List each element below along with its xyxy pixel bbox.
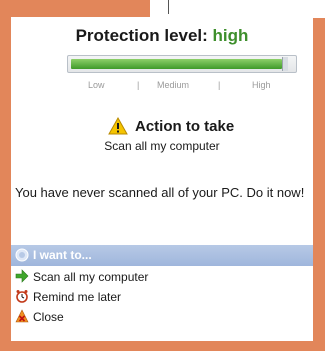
- scale-separator: |: [137, 80, 140, 90]
- protection-level-value: high: [212, 26, 249, 45]
- scale-label-low: Low: [88, 80, 105, 90]
- scan-warning-message: You have never scanned all of your PC. D…: [15, 185, 305, 200]
- green-arrow-icon: [15, 269, 29, 283]
- remind-later-label: Remind me later: [33, 290, 122, 304]
- close-menu-item[interactable]: Close: [11, 307, 313, 327]
- protection-level-title: Protection level: high: [11, 26, 313, 46]
- info-circle-icon: [15, 248, 29, 262]
- protection-level-label: Protection level:: [75, 26, 213, 45]
- action-title: Action to take: [135, 118, 235, 135]
- action-heading: Action to take: [11, 117, 313, 139]
- scale-separator: |: [218, 80, 221, 90]
- protection-panel: Protection level: high Low | Medium | Hi…: [11, 17, 313, 341]
- scale-label-medium: Medium: [157, 80, 190, 90]
- close-label: Close: [33, 310, 64, 324]
- menu-header: I want to...: [11, 245, 313, 266]
- divider-tick: [168, 0, 169, 14]
- menu-header-label: I want to...: [33, 248, 92, 262]
- protection-scale: Low | Medium | High: [11, 80, 313, 94]
- protection-meter-fill: [71, 59, 282, 69]
- scan-all-menu-item[interactable]: Scan all my computer: [11, 267, 313, 287]
- frame-top-gap: [150, 0, 325, 18]
- scan-all-label: Scan all my computer: [33, 270, 149, 284]
- close-icon: [15, 309, 29, 323]
- alarm-clock-icon: [16, 290, 28, 303]
- scale-label-high: High: [252, 80, 271, 90]
- protection-meter: [67, 55, 297, 73]
- warning-icon: [108, 117, 128, 135]
- action-subtitle: Scan all my computer: [104, 139, 220, 153]
- remind-later-menu-item[interactable]: Remind me later: [11, 287, 313, 307]
- protection-meter-knob: [282, 57, 288, 71]
